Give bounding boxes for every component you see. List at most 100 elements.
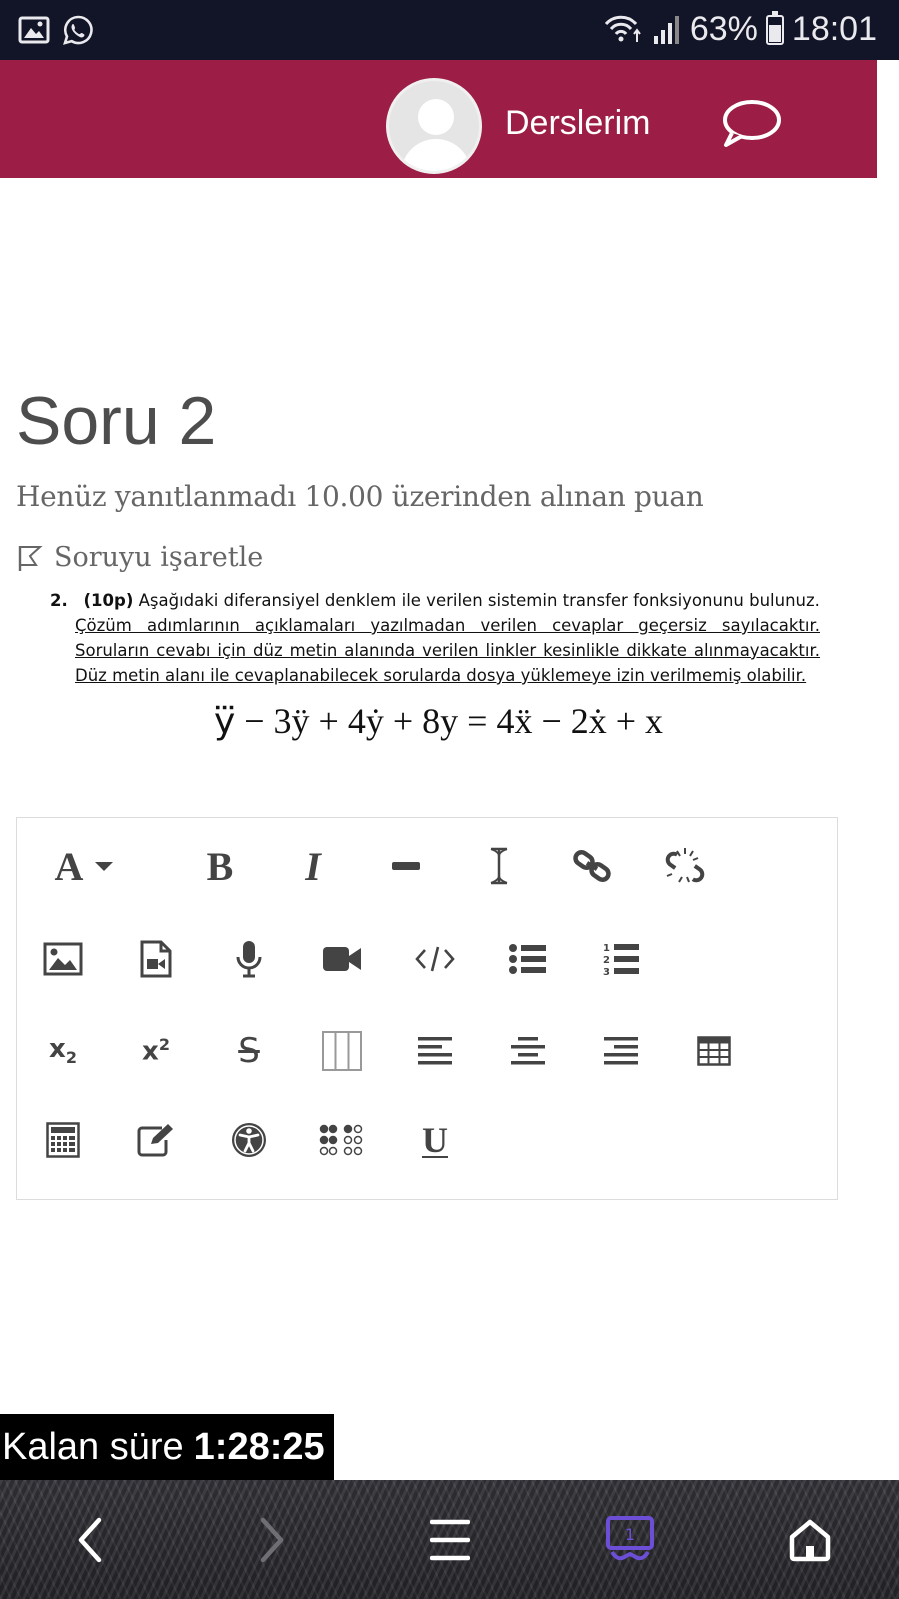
flag-question-link[interactable]: Soruyu işaretle (16, 542, 263, 573)
forward-icon (260, 1517, 284, 1563)
gallery-icon (18, 16, 50, 44)
time-remaining: Kalan süre 1:28:25 (0, 1414, 334, 1480)
toolbar-row-2: 1 2 3 (17, 929, 837, 989)
image-icon (43, 942, 83, 976)
strikethrough-button[interactable]: S (219, 1021, 279, 1081)
underline-icon: U (422, 1120, 448, 1160)
question-note-3: Düz metin alanı ile cevaplanabilecek sor… (75, 666, 807, 685)
braille-button[interactable] (312, 1110, 372, 1170)
media-button[interactable] (126, 929, 186, 989)
braille-icon (319, 1124, 363, 1156)
bold-button[interactable]: B (190, 836, 250, 896)
status-right: 63% 18:01 (602, 10, 877, 49)
bullet-list-button[interactable] (498, 929, 558, 989)
table-columns-icon (322, 1031, 362, 1071)
calculator-icon (46, 1122, 80, 1158)
flag-label: Soruyu işaretle (54, 542, 264, 573)
superscript-icon: x2 (142, 1035, 170, 1067)
question-prompt: 2. (10p) Aşağıdaki diferansiyel denklem … (50, 588, 820, 613)
timer-label: Kalan süre (2, 1425, 184, 1468)
html-button[interactable] (405, 929, 465, 989)
question-note-1: Çözüm adımlarının açıklamaları yazılmada… (75, 616, 820, 635)
italic-icon: I (305, 843, 321, 889)
superscript-button[interactable]: x2 (126, 1021, 186, 1081)
question-number: 2. (50, 591, 68, 610)
question-points: (10p) (83, 591, 134, 610)
message-icon[interactable] (718, 98, 782, 150)
underline-button[interactable]: U (405, 1110, 465, 1170)
page-edge (877, 60, 899, 1480)
editor-toolbar: A B I 1 2 3 x2 x2 S U (16, 817, 838, 1200)
tabs-button[interactable]: 1 (600, 1510, 660, 1570)
forward-button[interactable] (242, 1510, 302, 1570)
subscript-icon: x2 (49, 1034, 77, 1067)
superscript-digit: 2 (158, 1035, 170, 1055)
nav-title[interactable]: Derslerim (505, 104, 650, 143)
svg-text:3: 3 (603, 967, 610, 978)
align-right-button[interactable] (591, 1021, 651, 1081)
html-code-icon (415, 946, 455, 972)
horizontal-rule-icon (392, 862, 420, 870)
question-note-2: Soruların cevabı için düz metin alanında… (75, 641, 820, 660)
battery-fill (768, 25, 781, 42)
numbered-list-icon: 1 2 3 (603, 943, 639, 978)
tab-count: 1 (625, 1525, 635, 1544)
clear-format-icon (490, 847, 508, 885)
strikethrough-icon: S (238, 1031, 260, 1071)
link-icon (573, 850, 611, 882)
home-button[interactable] (780, 1510, 840, 1570)
align-left-button[interactable] (405, 1021, 465, 1081)
align-center-button[interactable] (498, 1021, 558, 1081)
avatar-head (418, 99, 454, 135)
record-video-button[interactable] (312, 929, 372, 989)
numbered-list-button[interactable]: 1 2 3 (591, 929, 651, 989)
clear-format-button[interactable] (469, 836, 529, 896)
record-audio-button[interactable] (219, 929, 279, 989)
bullet-list-icon (509, 944, 546, 974)
status-bar: 63% 18:01 (0, 0, 899, 60)
toolbar-row-4: U (17, 1110, 837, 1170)
clock: 18:01 (791, 10, 877, 48)
back-button[interactable] (60, 1510, 120, 1570)
browser-nav-bar: 1 (0, 1480, 899, 1599)
edit-button[interactable] (126, 1110, 186, 1170)
italic-button[interactable]: I (283, 836, 343, 896)
top-nav-bar: Derslerim (0, 60, 877, 178)
superscript-base: x (142, 1036, 159, 1067)
avatar[interactable] (386, 78, 482, 174)
image-button[interactable] (33, 929, 93, 989)
font-color-button[interactable]: A (45, 836, 125, 896)
question-status: Henüz yanıtlanmadı 10.00 üzerinden alına… (16, 480, 704, 513)
table-columns-button[interactable] (312, 1021, 372, 1081)
signal-icon (653, 15, 679, 44)
unlink-button[interactable] (655, 836, 715, 896)
subscript-button[interactable]: x2 (33, 1021, 93, 1081)
accessibility-icon (232, 1123, 266, 1157)
tabs-icon: 1 (606, 1516, 654, 1561)
align-center-icon (511, 1037, 545, 1065)
horizontal-rule-button[interactable] (376, 836, 436, 896)
calculator-button[interactable] (33, 1110, 93, 1170)
link-button[interactable] (562, 836, 622, 896)
align-left-icon (418, 1037, 452, 1065)
question-main-text: Aşağıdaki diferansiyel denklem ile veril… (138, 591, 820, 610)
battery-icon (765, 10, 784, 45)
table-button[interactable] (684, 1021, 744, 1081)
back-icon (78, 1517, 102, 1563)
svg-text:1: 1 (603, 943, 610, 954)
media-file-icon (140, 940, 172, 978)
bold-icon: B (206, 843, 234, 889)
edit-icon (137, 1124, 173, 1157)
timer-value: 1:28:25 (193, 1425, 325, 1468)
align-right-icon (604, 1037, 638, 1065)
accessibility-button[interactable] (219, 1110, 279, 1170)
record-audio-icon (236, 941, 262, 978)
table-icon (697, 1036, 731, 1066)
whatsapp-icon (63, 15, 93, 45)
status-left-icons (18, 14, 94, 46)
question-text: 2. (10p) Aşağıdaki diferansiyel denklem … (50, 588, 820, 688)
subscript-digit: 2 (65, 1048, 77, 1068)
toolbar-row-3: x2 x2 S (17, 1021, 837, 1081)
avatar-body (401, 139, 471, 171)
menu-button[interactable] (420, 1510, 480, 1570)
